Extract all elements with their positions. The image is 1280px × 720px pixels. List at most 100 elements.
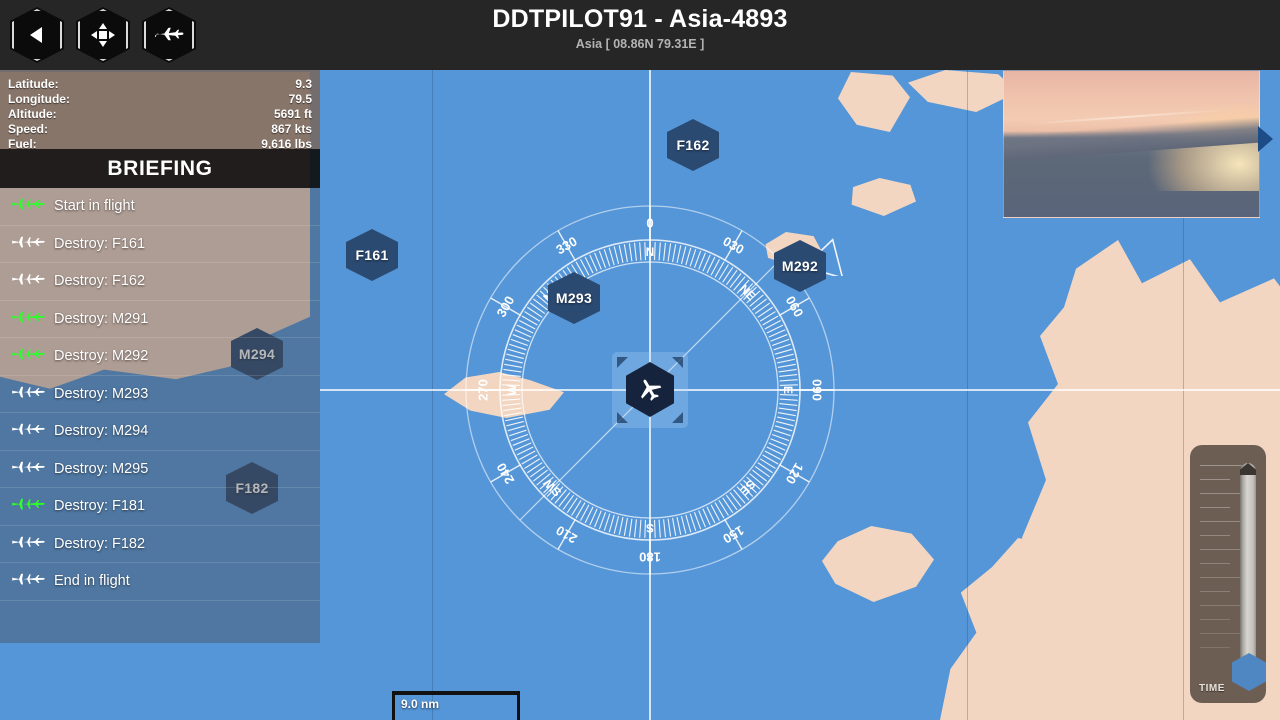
briefing-item-destroy-f182[interactable]: Destroy: F182 [0,525,320,563]
time-slider-tick [1200,605,1242,606]
time-slider-tick [1200,647,1230,648]
landmass-north-3 [851,178,916,216]
scale-bar-label: 9.0 nm [401,697,440,711]
compass-cardinal-label: E [781,386,795,394]
briefing-item-destroy-m292[interactable]: Destroy: M292 [0,338,320,376]
map-grid-vertical-1 [967,70,968,720]
briefing-list-footer [0,600,320,643]
telemetry-row: Latitude: 9.3 [8,77,312,92]
briefing-item-label: Destroy: M292 [54,348,149,365]
briefing-item-destroy-f181[interactable]: Destroy: F181 [0,488,320,526]
fighter-jet-icon [12,198,45,210]
telemetry-label: Altitude: [8,107,57,121]
time-slider-track[interactable] [1240,463,1256,675]
briefing-item-label: Destroy: F161 [54,235,146,252]
compass-degree-label: 210 [553,523,579,547]
landmass-east-lower [940,538,1200,720]
time-slider-tick [1200,577,1242,578]
time-slider-tick [1200,507,1230,508]
time-slider-tick [1200,535,1230,536]
objective-pending-jet-icon [10,421,46,441]
time-slider-tick [1200,633,1242,634]
map-marker-f162[interactable]: F162 [667,119,719,171]
fighter-jet-icon [12,236,45,248]
page-subtitle: Asia [ 08.86N 79.31E ] [575,37,705,51]
telemetry-panel: Latitude: 9.3 Longitude: 79.5 Altitude: … [0,70,320,151]
compass-degree-label: 0 [646,216,653,231]
marker-label: F162 [676,137,710,153]
marker-label: F161 [355,247,389,263]
marker-label: M292 [781,258,819,274]
compass-cardinal-label: W [505,384,519,396]
landmass-north-2 [908,70,1018,112]
selection-arrow-se [672,412,683,423]
briefing-item-destroy-f162[interactable]: Destroy: F162 [0,263,320,301]
briefing-item-end-in-flight[interactable]: End in flight [0,563,320,601]
briefing-item-destroy-m294[interactable]: Destroy: M294 [0,413,320,451]
player-aircraft-marker[interactable] [612,352,688,428]
compass-degree-label: 120 [783,460,807,486]
compass-degree-label: 180 [639,550,661,565]
time-slider-tick [1200,563,1230,564]
telemetry-value: 5691 ft [273,107,312,121]
telemetry-value: 9.3 [295,77,312,91]
fighter-jet-icon [12,573,45,585]
page-title: DDTPILOT91 - Asia-4893 [492,5,788,33]
briefing-title: BRIEFING [107,156,213,180]
selection-arrow-nw [617,357,628,368]
compass-cardinal-label: S [646,521,654,535]
briefing-item-label: Destroy: M295 [54,460,149,477]
cockpit-photo-thumbnail[interactable] [1003,70,1260,218]
top-header-bar: DDTPILOT91 - Asia-4893 Asia [ 08.86N 79.… [0,0,1280,70]
briefing-item-start-in-flight[interactable]: Start in flight [0,188,320,226]
map-marker-f161[interactable]: F161 [346,229,398,281]
map-scale-bar: 9.0 nm [392,691,520,720]
briefing-item-destroy-m291[interactable]: Destroy: M291 [0,300,320,338]
objective-pending-jet-icon [10,384,46,404]
briefing-item-destroy-m293[interactable]: Destroy: M293 [0,375,320,413]
briefing-item-label: Start in flight [54,198,135,215]
time-slider-tick [1200,465,1242,466]
telemetry-row: Longitude: 79.5 [8,92,312,107]
compass-degree-label: 240 [493,460,517,486]
telemetry-row: Altitude: 5691 ft [8,107,312,122]
compass-degree-label: 330 [553,233,579,257]
briefing-item-label: Destroy: M294 [54,423,149,440]
objective-complete-jet-icon [10,496,46,516]
landmass-north-1 [838,72,910,132]
compass-degree-label: 150 [720,523,746,547]
telemetry-value: 867 kts [271,122,312,136]
selection-arrow-sw [617,412,628,423]
compass-degree-label: 060 [783,293,807,319]
time-slider-tick [1200,493,1242,494]
fighter-jet-icon [12,536,45,548]
telemetry-label: Latitude: [8,77,59,91]
briefing-item-label: Destroy: F182 [54,535,146,552]
objective-pending-jet-icon [10,271,46,291]
objective-pending-jet-icon [10,234,46,254]
airplane-icon [641,379,662,401]
fighter-jet-icon [12,498,45,510]
time-slider-tick [1200,521,1242,522]
fighter-jet-icon [12,273,45,285]
fighter-jet-icon [12,311,45,323]
objective-pending-jet-icon [10,459,46,479]
time-slider-ticks [1200,465,1242,660]
briefing-header: BRIEFING [0,149,320,188]
fighter-jet-icon [12,348,45,360]
objective-complete-jet-icon [10,346,46,366]
title-block: DDTPILOT91 - Asia-4893 Asia [ 08.86N 79.… [0,5,1280,51]
briefing-item-destroy-m295[interactable]: Destroy: M295 [0,450,320,488]
next-photo-arrow-icon[interactable] [1258,126,1273,152]
briefing-item-destroy-f161[interactable]: Destroy: F161 [0,225,320,263]
time-slider[interactable]: TIME [1190,445,1266,703]
selection-arrow-ne [672,357,683,368]
compass-degree-label: 090 [810,379,825,401]
flight-sim-map-screen: 0 030 060 090 120 150 180 210 240 270 300 330 N NE E S… [0,0,1280,720]
briefing-objective-list: Start in flight Destroy: F161 Destroy: F16… [0,188,320,601]
fighter-jet-icon [12,461,45,473]
marker-label: M293 [555,290,593,306]
compass-cardinal-label: N [646,245,655,259]
objective-pending-jet-icon [10,571,46,591]
fighter-jet-icon [12,386,45,398]
